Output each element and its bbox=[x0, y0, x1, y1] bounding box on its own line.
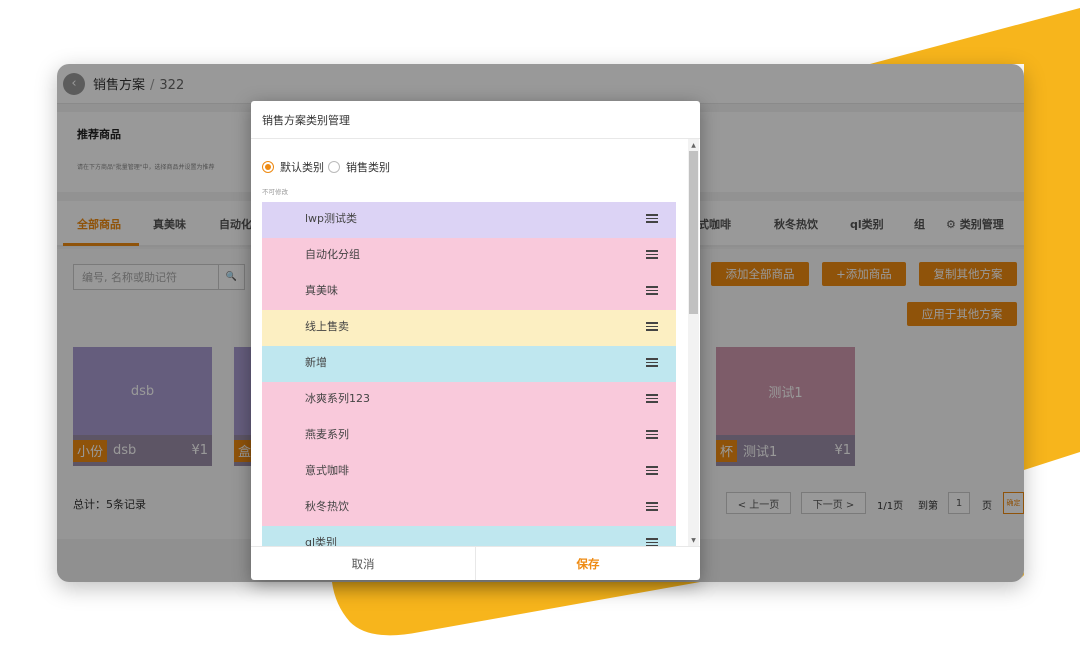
category-row[interactable]: ql类别 bbox=[262, 526, 676, 546]
category-label: 燕麦系列 bbox=[305, 428, 349, 441]
category-label: 真美味 bbox=[305, 284, 338, 297]
stage: ‹ 销售方案/322 推荐商品 请在下方商品"批量管理"中，选择商品并设置为推荐… bbox=[0, 0, 1080, 647]
category-manage-dialog: 销售方案类别管理 默认类别 销售类别 不可修改 lwp测试类 自动化分组真美味线上… bbox=[251, 101, 700, 580]
category-label: 冰爽系列123 bbox=[305, 392, 370, 405]
scroll-up-arrow-icon[interactable]: ▲ bbox=[688, 140, 699, 150]
drag-handle-icon[interactable] bbox=[646, 430, 658, 439]
drag-handle-icon[interactable] bbox=[646, 286, 658, 295]
category-label: 新增 bbox=[305, 356, 327, 369]
drag-handle-icon[interactable] bbox=[646, 502, 658, 511]
category-label: 线上售卖 bbox=[305, 320, 349, 333]
drag-handle-icon[interactable] bbox=[646, 538, 658, 546]
radio-sales-category[interactable] bbox=[328, 161, 340, 173]
drag-handle-icon[interactable] bbox=[646, 466, 658, 475]
category-row[interactable]: lwp测试类 bbox=[262, 202, 676, 238]
drag-handle-icon[interactable] bbox=[646, 394, 658, 403]
radio-sales-label[interactable]: 销售类别 bbox=[346, 159, 390, 175]
category-row[interactable]: 线上售卖 bbox=[262, 310, 676, 346]
category-label: lwp测试类 bbox=[305, 212, 358, 225]
scroll-down-arrow-icon[interactable]: ▼ bbox=[688, 535, 699, 545]
not-editable-hint: 不可修改 bbox=[262, 188, 288, 196]
category-row[interactable]: 自动化分组 bbox=[262, 238, 676, 274]
category-row[interactable]: 秋冬热饮 bbox=[262, 490, 676, 526]
dialog-title: 销售方案类别管理 bbox=[251, 101, 700, 139]
scroll-thumb[interactable] bbox=[689, 151, 698, 314]
save-button[interactable]: 保存 bbox=[476, 547, 700, 580]
dialog-footer: 取消 保存 bbox=[251, 546, 700, 580]
category-row[interactable]: 冰爽系列123 bbox=[262, 382, 676, 418]
radio-default-category[interactable] bbox=[262, 161, 274, 173]
category-label: ql类别 bbox=[305, 536, 338, 546]
category-type-radio-group: 默认类别 销售类别 bbox=[262, 159, 394, 175]
scrollbar[interactable]: ▲ ▼ bbox=[688, 139, 699, 546]
category-label: 自动化分组 bbox=[305, 248, 360, 261]
category-list: lwp测试类 自动化分组真美味线上售卖新增冰爽系列123 燕麦系列意式咖啡秋冬热饮 q… bbox=[262, 202, 676, 546]
category-label: 秋冬热饮 bbox=[305, 500, 349, 513]
drag-handle-icon[interactable] bbox=[646, 358, 658, 367]
category-row[interactable]: 新增 bbox=[262, 346, 676, 382]
radio-default-label[interactable]: 默认类别 bbox=[280, 159, 324, 175]
category-label: 意式咖啡 bbox=[305, 464, 349, 477]
drag-handle-icon[interactable] bbox=[646, 322, 658, 331]
cancel-button[interactable]: 取消 bbox=[251, 547, 476, 580]
dialog-body: 默认类别 销售类别 不可修改 lwp测试类 自动化分组真美味线上售卖新增冰爽系列1… bbox=[251, 139, 700, 546]
drag-handle-icon[interactable] bbox=[646, 250, 658, 259]
category-row[interactable]: 真美味 bbox=[262, 274, 676, 310]
category-row[interactable]: 燕麦系列 bbox=[262, 418, 676, 454]
category-row[interactable]: 意式咖啡 bbox=[262, 454, 676, 490]
drag-handle-icon[interactable] bbox=[646, 214, 658, 223]
